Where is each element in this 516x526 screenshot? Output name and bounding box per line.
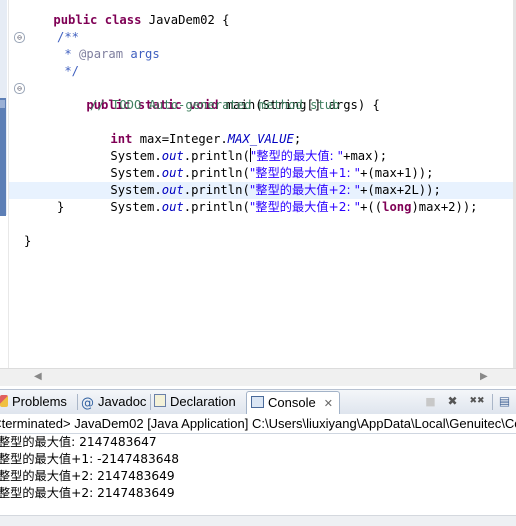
scroll-right-icon[interactable]: ▶ [480, 371, 488, 382]
toolbar-separator [492, 394, 493, 410]
code-editor[interactable]: ⊖ ⊖ public class JavaDem02 { /** * @para… [0, 0, 516, 368]
tab-declaration[interactable]: Declaration [154, 391, 236, 413]
code-line-todo-comment[interactable]: // TODO Auto-generated method stub [90, 97, 339, 114]
fold-collapse-icon[interactable]: ⊖ [14, 83, 25, 94]
code-line-println-2[interactable]: System.out.println("整型的最大值+1: "+(max+1))… [81, 148, 433, 180]
view-tab-bar: Problems @ Javadoc Declaration Console ✕ ■… [0, 389, 516, 415]
new-console-icon[interactable]: ▤ [498, 395, 511, 408]
declaration-icon [154, 394, 166, 407]
code-line-close-method[interactable]: } [57, 199, 64, 216]
console-output[interactable]: 整型的最大值: 2147483647 整型的最大值+1: -2147483648… [0, 434, 516, 502]
console-output-line: 整型的最大值+2: 2147483649 [0, 486, 175, 500]
tab-console[interactable]: Console ✕ [246, 391, 340, 414]
console-bottom-scrollbar[interactable] [0, 515, 516, 526]
console-output-line: 整型的最大值: 2147483647 [0, 435, 157, 449]
problems-icon [0, 395, 8, 407]
code-line-println-1[interactable]: System.out.println("整型的最大值: "+max); [81, 131, 387, 163]
terminate-icon[interactable]: ■ [424, 395, 437, 408]
editor-horizontal-scrollbar[interactable]: ◀ ▶ [0, 368, 516, 386]
code-line-javadoc-param[interactable]: * @param args [57, 46, 159, 63]
code-line-main-decl[interactable]: public static void main(String[] args) { [57, 80, 380, 112]
console-output-line: 整型的最大值+2: 2147483649 [0, 469, 175, 483]
code-line-javadoc-close[interactable]: */ [57, 63, 79, 80]
remove-launch-icon[interactable]: ✖ [446, 395, 459, 408]
tab-separator [77, 394, 78, 410]
gutter-range-indicator [0, 98, 6, 216]
at-sign-icon: @ [81, 396, 94, 411]
tab-javadoc[interactable]: @ Javadoc [81, 391, 146, 413]
console-icon [251, 396, 264, 408]
code-line-close-class[interactable]: } [24, 233, 31, 250]
code-line-println-3[interactable]: System.out.println("整型的最大值+2: "+(max+2L)… [81, 165, 440, 197]
tab-problems[interactable]: Problems [0, 391, 67, 413]
code-line-int-max[interactable]: int max=Integer.MAX_VALUE; [81, 114, 301, 146]
scroll-left-icon[interactable]: ◀ [34, 371, 42, 382]
console-launch-description: <terminated> JavaDem02 [Java Application… [0, 414, 516, 434]
remove-all-terminated-icon[interactable]: ✖✖ [467, 395, 487, 408]
close-icon[interactable]: ✕ [324, 397, 333, 410]
console-output-line: 整型的最大值+1: -2147483648 [0, 452, 180, 466]
tab-separator [150, 394, 151, 410]
code-line-class-decl[interactable]: public class JavaDem02 { [24, 0, 229, 27]
override-marker-icon[interactable] [0, 100, 5, 108]
code-line-println-4[interactable]: System.out.println("整型的最大值+2: "+((long)m… [81, 182, 477, 214]
code-line-javadoc-open[interactable]: /** [57, 29, 79, 46]
